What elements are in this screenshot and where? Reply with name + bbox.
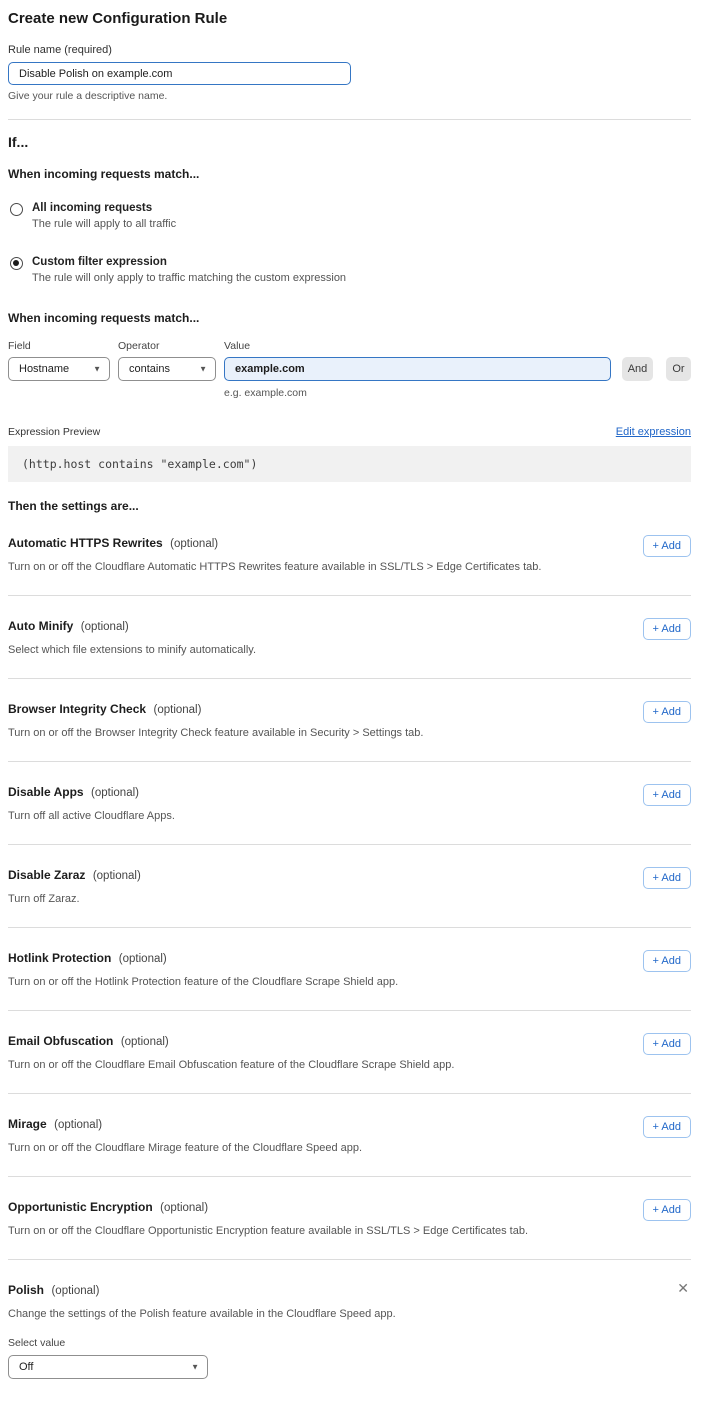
setting-row: Disable Zaraz (optional) Turn off Zaraz.… (8, 845, 691, 928)
setting-row: Opportunistic Encryption (optional) Turn… (8, 1177, 691, 1260)
setting-title: Auto Minify (optional) (8, 617, 256, 635)
value-hint: e.g. example.com (224, 387, 691, 399)
setting-title: Disable Apps (optional) (8, 783, 175, 801)
radio-button-selected-icon[interactable] (10, 257, 23, 270)
expression-preview-code: (http.host contains "example.com") (8, 446, 691, 482)
setting-title: Browser Integrity Check (optional) (8, 700, 423, 718)
setting-description: Turn on or off the Browser Integrity Che… (8, 727, 423, 739)
and-button[interactable]: And (622, 357, 653, 381)
add-setting-button[interactable]: + Add (643, 784, 691, 806)
radio-option-description: The rule will only apply to traffic matc… (32, 272, 346, 284)
setting-title: Automatic HTTPS Rewrites (optional) (8, 534, 541, 552)
setting-row: Mirage (optional) Turn on or off the Clo… (8, 1094, 691, 1177)
setting-description: Select which file extensions to minify a… (8, 644, 256, 656)
setting-row: Disable Apps (optional) Turn off all act… (8, 762, 691, 845)
setting-row: Email Obfuscation (optional) Turn on or … (8, 1011, 691, 1094)
operator-column-label: Operator (118, 340, 224, 352)
expression-builder-row: Hostname ▼ contains ▼ And Or (8, 357, 691, 381)
edit-expression-link[interactable]: Edit expression (616, 426, 691, 438)
expression-builder-heading: When incoming requests match... (8, 311, 691, 325)
create-configuration-rule-form: Create new Configuration Rule Rule name … (0, 0, 705, 1415)
add-setting-button[interactable]: + Add (643, 867, 691, 889)
setting-description: Turn on or off the Hotlink Protection fe… (8, 976, 398, 988)
setting-row: Auto Minify (optional) Select which file… (8, 596, 691, 679)
value-input[interactable] (224, 357, 611, 381)
select-value-label: Select value (8, 1337, 691, 1349)
close-icon[interactable]: ✕ (675, 1281, 691, 1295)
rule-name-input[interactable] (8, 62, 351, 85)
chevron-down-icon: ▼ (199, 364, 207, 373)
radio-option-custom-expression[interactable]: Custom filter expression The rule will o… (8, 256, 691, 284)
chevron-down-icon: ▼ (93, 364, 101, 373)
expression-preview-label: Expression Preview (8, 426, 100, 438)
setting-description: Turn on or off the Cloudflare Mirage fea… (8, 1142, 362, 1154)
radio-option-description: The rule will apply to all traffic (32, 218, 176, 230)
add-setting-button[interactable]: + Add (643, 535, 691, 557)
field-select-value: Hostname (19, 363, 69, 375)
radio-option-label: All incoming requests (32, 202, 176, 214)
add-setting-button[interactable]: + Add (643, 1116, 691, 1138)
request-match-radio-group: All incoming requests The rule will appl… (8, 202, 691, 284)
setting-title: Opportunistic Encryption (optional) (8, 1198, 528, 1216)
setting-optional-tag: (optional) (51, 1285, 99, 1297)
add-setting-button[interactable]: + Add (643, 950, 691, 972)
radio-button-icon[interactable] (10, 203, 23, 216)
setting-title: Hotlink Protection (optional) (8, 949, 398, 967)
add-setting-button[interactable]: + Add (643, 1199, 691, 1221)
polish-select-value: Off (19, 1361, 189, 1373)
operator-select[interactable]: contains ▼ (118, 357, 216, 381)
expression-preview-row: Expression Preview Edit expression (8, 426, 691, 438)
then-settings-heading: Then the settings are... (8, 499, 691, 513)
setting-description: Turn on or off the Cloudflare Opportunis… (8, 1225, 528, 1237)
or-button[interactable]: Or (666, 357, 691, 381)
setting-title: Mirage (optional) (8, 1115, 362, 1133)
value-column-label: Value (224, 340, 250, 352)
setting-description: Turn on or off the Cloudflare Automatic … (8, 561, 541, 573)
page-title: Create new Configuration Rule (8, 10, 691, 27)
section-divider (8, 119, 691, 120)
match-heading: When incoming requests match... (8, 167, 691, 181)
radio-option-all-requests[interactable]: All incoming requests The rule will appl… (8, 202, 691, 230)
settings-list: Automatic HTTPS Rewrites (optional) Turn… (8, 513, 691, 1260)
chevron-down-icon: ▼ (191, 1362, 199, 1371)
radio-option-label: Custom filter expression (32, 256, 346, 268)
setting-description: Change the settings of the Polish featur… (8, 1308, 691, 1320)
setting-description: Turn off all active Cloudflare Apps. (8, 810, 175, 822)
field-select[interactable]: Hostname ▼ (8, 357, 110, 381)
add-setting-button[interactable]: + Add (643, 618, 691, 640)
setting-row-polish-expanded: Polish (optional) ✕ Change the settings … (8, 1260, 691, 1401)
setting-description: Turn off Zaraz. (8, 893, 141, 905)
if-heading: If... (8, 134, 691, 150)
add-setting-button[interactable]: + Add (643, 1033, 691, 1055)
polish-value-select[interactable]: Off ▼ (8, 1355, 208, 1379)
setting-row: Browser Integrity Check (optional) Turn … (8, 679, 691, 762)
setting-title: Email Obfuscation (optional) (8, 1032, 454, 1050)
rule-name-help: Give your rule a descriptive name. (8, 90, 691, 102)
expression-builder-labels: Field Operator Value (8, 340, 691, 352)
field-column-label: Field (8, 340, 118, 352)
polish-header: Polish (optional) ✕ (8, 1281, 691, 1299)
setting-description: Turn on or off the Cloudflare Email Obfu… (8, 1059, 454, 1071)
add-setting-button[interactable]: + Add (643, 701, 691, 723)
setting-title: Polish (8, 1283, 44, 1297)
operator-select-value: contains (129, 363, 170, 375)
setting-row: Automatic HTTPS Rewrites (optional) Turn… (8, 513, 691, 596)
setting-title: Disable Zaraz (optional) (8, 866, 141, 884)
rule-name-label: Rule name (required) (8, 44, 691, 56)
setting-row: Hotlink Protection (optional) Turn on or… (8, 928, 691, 1011)
